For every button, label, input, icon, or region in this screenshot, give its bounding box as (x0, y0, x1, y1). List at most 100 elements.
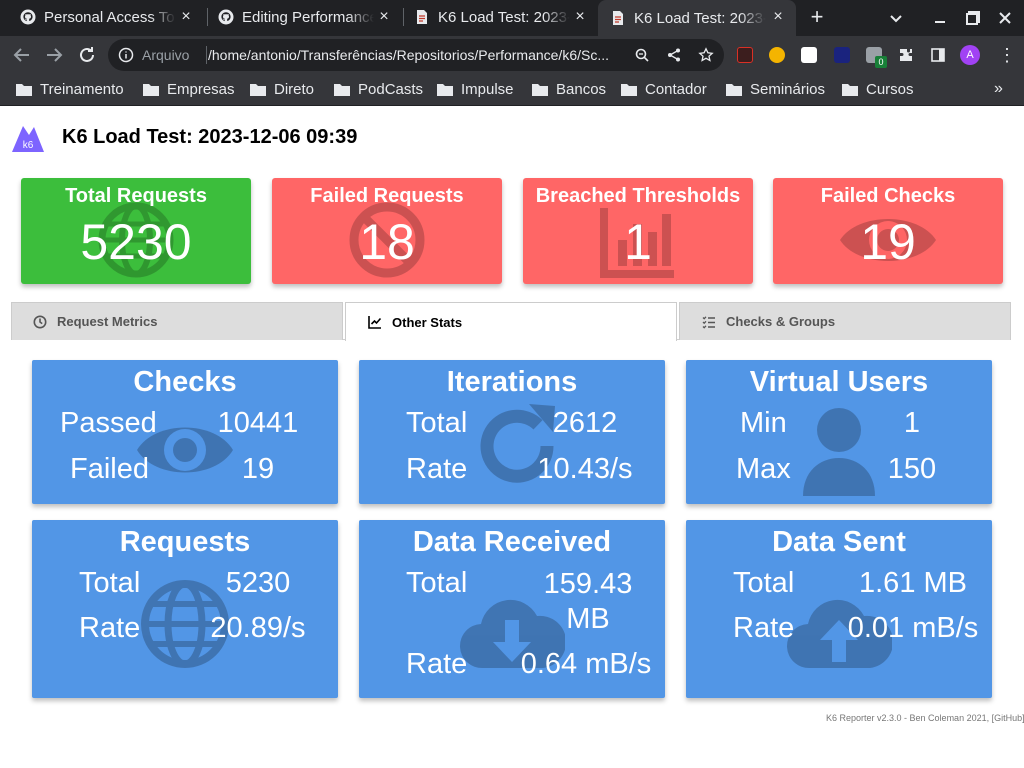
bookmark-folder[interactable]: Impulse (437, 81, 514, 98)
card-checks: Checks Passed 10441 Failed 19 (32, 360, 338, 504)
more-menu-icon[interactable]: ⋮ (998, 45, 1016, 65)
card-data-received: Data Received Total 159.43 MB Rate 0.64 … (359, 520, 665, 698)
card-title: Requests (119, 526, 251, 558)
side-panel-icon[interactable] (930, 47, 946, 63)
stat-box-value: 18 (359, 214, 415, 270)
footer-credit[interactable]: K6 Reporter v2.3.0 - Ben Coleman 2021, [… (826, 713, 1024, 723)
pdf-extension-icon[interactable] (737, 47, 753, 63)
bookmark-folder[interactable]: Treinamento (16, 81, 124, 98)
tab-title: Editing Performance (242, 8, 374, 26)
minimize-icon[interactable] (930, 8, 950, 28)
folder-icon (726, 84, 742, 96)
tab-checks-groups[interactable]: Checks & Groups (679, 302, 1011, 340)
metric-value: 1.61 MB (859, 567, 967, 599)
stat-box-value: 5230 (80, 214, 192, 270)
close-tab-icon[interactable]: × (178, 9, 194, 25)
bookmark-label: Direto (274, 81, 315, 98)
metric-label: Rate (406, 648, 468, 680)
profile-avatar[interactable]: A (960, 45, 980, 65)
address-bar[interactable]: Arquivo /home/antonio/Transferências/Rep… (108, 39, 724, 71)
close-tab-icon[interactable]: × (572, 9, 588, 25)
card-virtual-users: Virtual Users Min 1 Max 150 (686, 360, 992, 504)
folder-icon (621, 84, 637, 96)
bookmark-folder[interactable]: PodCasts (334, 81, 423, 98)
card-title: Iterations (446, 366, 578, 398)
browser-tab-active[interactable]: K6 Load Test: 2023- × (598, 0, 796, 36)
k6-logo-icon: k6 (12, 126, 44, 152)
extension-badge: 0 (875, 56, 887, 68)
tab-label: Other Stats (392, 314, 463, 330)
browser-tab[interactable]: K6 Load Test: 2023- × (402, 0, 598, 34)
stat-box-value: 1 (624, 214, 652, 270)
new-tab-button[interactable]: + (807, 6, 827, 28)
metric-value: 20.89/s (210, 612, 306, 644)
metric-label: Passed (60, 407, 157, 439)
bookmark-label: Empresas (167, 81, 235, 98)
tab-search-chevron-icon[interactable] (886, 8, 906, 28)
folder-icon (250, 84, 266, 96)
info-icon[interactable] (118, 47, 134, 63)
clock-icon (33, 315, 47, 328)
card-title: Virtual Users (749, 366, 929, 398)
browser-tab[interactable]: Personal Access To × (8, 0, 204, 34)
card-data-sent: Data Sent Total 1.61 MB Rate 0.01 mB/s (686, 520, 992, 698)
bookmark-folder[interactable]: Bancos (532, 81, 606, 98)
document-icon (417, 10, 427, 24)
bookmark-folder[interactable]: Cursos (842, 81, 914, 98)
close-tab-icon[interactable]: × (376, 9, 392, 25)
browser-tab-strip: Personal Access To × Editing Performance… (0, 0, 1024, 36)
metric-label: Failed (70, 453, 149, 485)
extension-icon[interactable] (769, 47, 785, 63)
bookmark-label: Bancos (556, 81, 607, 98)
metric-label: Total (406, 567, 468, 599)
puzzle-icon[interactable] (898, 47, 914, 63)
bookmark-folder[interactable]: Seminários (726, 81, 825, 98)
metric-value: 0.01 mB/s (847, 612, 979, 644)
bookmark-label: Treinamento (40, 81, 124, 98)
stat-box-breached-thresholds: Breached Thresholds 1 (523, 178, 753, 284)
metric-value: 10.43/s (537, 453, 633, 485)
stat-box-title: Failed Checks (820, 185, 956, 207)
bookmark-folder[interactable]: Direto (250, 81, 314, 98)
checklist-extension-icon[interactable]: 0 (866, 47, 887, 68)
card-title: Data Sent (772, 526, 906, 558)
stat-box-title: Total Requests (65, 185, 207, 207)
restore-icon[interactable] (963, 8, 983, 28)
extension-icon[interactable] (834, 47, 850, 63)
metric-label: Rate (79, 612, 141, 644)
folder-icon (842, 84, 858, 96)
bookmark-label: Impulse (461, 81, 514, 98)
metric-label: Min (740, 407, 787, 439)
browser-toolbar: Arquivo /home/antonio/Transferências/Rep… (0, 36, 1024, 74)
share-icon[interactable] (666, 47, 682, 63)
bookmarks-bar: Treinamento Empresas Direto PodCasts Imp… (0, 74, 1024, 106)
metric-label: Rate (733, 612, 795, 644)
tab-label: Request Metrics (57, 314, 158, 329)
metric-label: Total (733, 567, 795, 599)
stat-box-total-requests: Total Requests 5230 (21, 178, 251, 284)
bookmarks-overflow-button[interactable]: » (994, 80, 1003, 98)
reload-icon[interactable] (76, 44, 98, 66)
tab-other-stats[interactable]: Other Stats (345, 302, 677, 341)
tab-request-metrics[interactable]: Request Metrics (11, 302, 343, 340)
chart-line-icon (368, 316, 382, 329)
github-icon (20, 9, 36, 25)
close-window-icon[interactable] (995, 8, 1015, 28)
bookmark-label: PodCasts (358, 81, 424, 98)
qr-code-icon[interactable] (801, 47, 817, 63)
card-requests: Requests Total 5230 Rate 20.89/s (32, 520, 338, 698)
k6-logo-text: k6 (23, 140, 34, 151)
bookmark-label: Cursos (866, 81, 914, 98)
address-scheme-label: Arquivo (142, 47, 190, 63)
back-arrow-icon[interactable] (11, 44, 33, 66)
forward-arrow-icon[interactable] (43, 44, 65, 66)
zoom-icon[interactable] (634, 47, 650, 63)
bookmark-star-icon[interactable] (698, 47, 714, 63)
report-page: k6 K6 Load Test: 2023-12-06 09:39 Total … (0, 107, 1024, 768)
address-url[interactable]: /home/antonio/Transferências/Repositorio… (208, 47, 628, 63)
bookmark-folder[interactable]: Empresas (143, 81, 235, 98)
browser-tab[interactable]: Editing Performance × (206, 0, 402, 34)
close-tab-icon[interactable]: × (770, 9, 786, 25)
metric-label: Total (79, 567, 141, 599)
bookmark-folder[interactable]: Contador (621, 81, 707, 98)
